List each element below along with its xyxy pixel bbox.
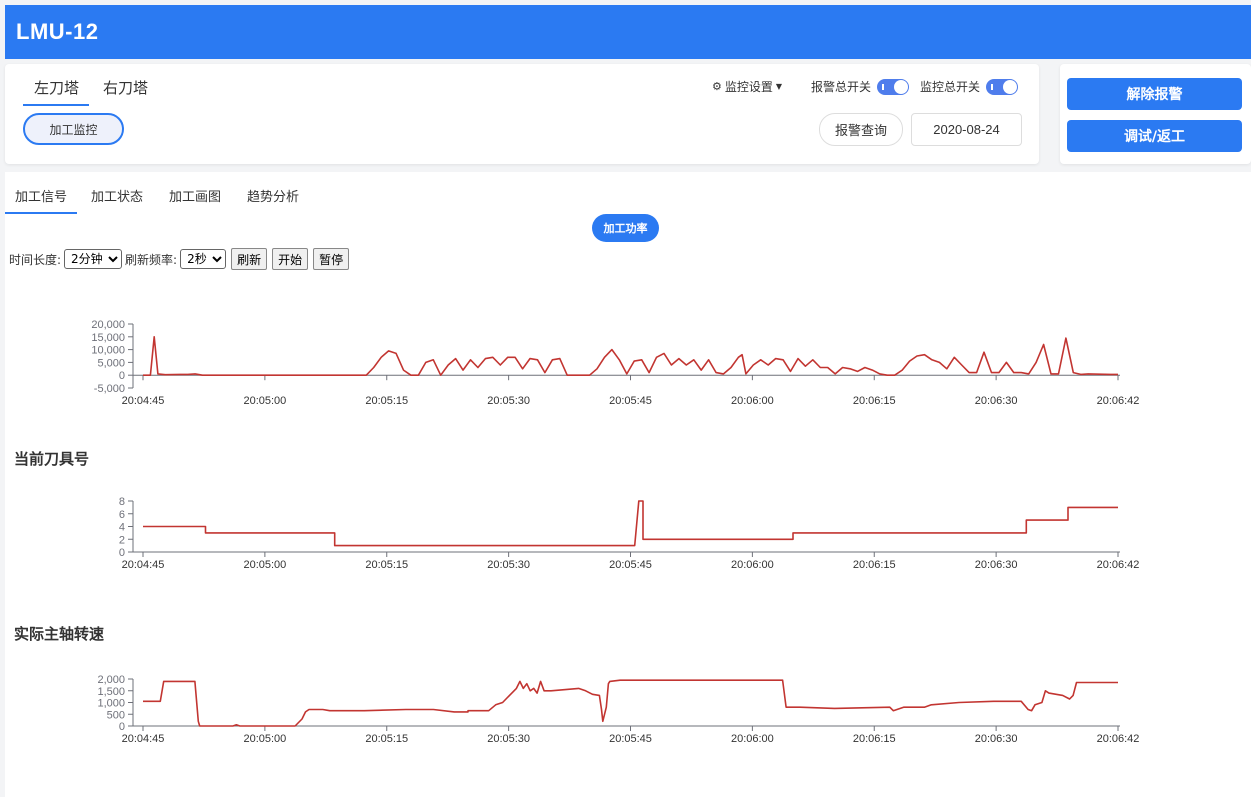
- spindle-speed-title: 实际主轴转速: [14, 625, 105, 643]
- series-line: [143, 679, 1118, 727]
- alarm-switch-label: 报警总开关: [811, 80, 872, 94]
- tab-right-turret[interactable]: 右刀塔: [103, 77, 148, 98]
- y-tick-label: 0: [119, 721, 125, 733]
- y-tick-label: 6: [119, 509, 125, 521]
- date-picker[interactable]: 2020-08-24: [911, 113, 1022, 146]
- series-line: [143, 335, 1118, 377]
- tab-machining-drawing[interactable]: 加工画图: [169, 182, 221, 214]
- duration-label: 时间长度:: [9, 252, 62, 267]
- refresh-button[interactable]: 刷新: [231, 248, 268, 270]
- monitor-settings-label: 监控设置: [724, 80, 773, 94]
- series-line: [143, 500, 1118, 547]
- x-tick-label: 20:06:15: [853, 559, 896, 571]
- x-tick-label: 20:06:42: [1097, 395, 1140, 407]
- tool-number-title: 当前刀具号: [14, 450, 90, 468]
- monitor-switch-group: 监控总开关: [920, 78, 1019, 95]
- y-tick-label: 8: [119, 496, 125, 508]
- chart-controls: 时间长度: 2分钟 刷新频率: 2秒 刷新 开始 暂停: [9, 248, 350, 270]
- y-tick-label: 2,000: [97, 674, 125, 686]
- x-tick-label: 20:05:00: [243, 395, 286, 407]
- x-tick-label: 20:06:15: [853, 733, 896, 745]
- x-tick-label: 20:06:42: [1097, 559, 1140, 571]
- spindle-speed-chart: 05001,0001,5002,000 20:04:45 20:05:00 20:05…: [97, 674, 1140, 745]
- y-tick-label: 15,000: [91, 332, 125, 344]
- x-tick-label: 20:05:45: [609, 559, 652, 571]
- alarm-switch-group: 报警总开关: [811, 78, 910, 95]
- x-tick-label: 20:06:15: [853, 395, 896, 407]
- duration-select[interactable]: 2分钟: [64, 249, 123, 269]
- y-tick-label: 0: [119, 547, 125, 559]
- x-tick-label: 20:05:00: [243, 559, 286, 571]
- tab-left-turret[interactable]: 左刀塔: [23, 77, 90, 106]
- y-tick-label: 2: [119, 534, 125, 546]
- refresh-rate-label: 刷新频率:: [125, 252, 178, 267]
- power-button[interactable]: 加工功率: [592, 214, 659, 242]
- y-tick-label: 5,000: [97, 357, 125, 369]
- y-tick-label: 1,500: [97, 686, 125, 698]
- control-panel: 左刀塔 右刀塔 加工监控 ⚙ 监控设置 ▼ 报警总开关 监控总开关 报警查询 2…: [5, 64, 1039, 164]
- start-button[interactable]: 开始: [272, 248, 309, 270]
- refresh-rate-select[interactable]: 2秒: [180, 249, 227, 269]
- x-tick-label: 20:04:45: [122, 559, 165, 571]
- x-tick-label: 20:05:30: [487, 559, 530, 571]
- y-tick-label: -5,000: [94, 383, 125, 395]
- x-tick-label: 20:05:30: [487, 733, 530, 745]
- monitor-switch-label: 监控总开关: [920, 80, 981, 94]
- alarm-query-button[interactable]: 报警查询: [819, 113, 903, 146]
- sub-tabs: 加工信号 加工状态 加工画图 趋势分析: [5, 182, 325, 214]
- y-tick-label: 1,000: [97, 698, 125, 710]
- x-tick-label: 20:06:42: [1097, 733, 1140, 745]
- main-content: 加工信号 加工状态 加工画图 趋势分析 加工功率 时间长度: 2分钟 刷新频率:…: [5, 172, 1251, 797]
- x-tick-label: 20:06:00: [731, 395, 774, 407]
- monitor-button[interactable]: 加工监控: [23, 113, 124, 145]
- tab-trend-analysis[interactable]: 趋势分析: [247, 182, 299, 214]
- y-tick-label: 500: [107, 709, 125, 721]
- x-tick-label: 20:06:30: [975, 395, 1018, 407]
- app-header-bar: LMU-12: [5, 5, 1251, 59]
- x-tick-label: 20:06:30: [975, 559, 1018, 571]
- gears-icon: ⚙: [712, 80, 722, 93]
- y-tick-label: 0: [119, 370, 125, 382]
- caret-down-icon: ▼: [775, 82, 783, 91]
- x-tick-label: 20:05:45: [609, 395, 652, 407]
- app-title: LMU-12: [16, 19, 99, 44]
- x-tick-label: 20:05:45: [609, 733, 652, 745]
- x-tick-label: 20:06:00: [731, 733, 774, 745]
- clear-alarm-button[interactable]: 解除报警: [1067, 78, 1242, 110]
- tool-number-chart: 02468 20:04:45 20:05:00 20:05:15 20:05:30 20:…: [119, 496, 1140, 571]
- x-tick-label: 20:05:15: [365, 559, 408, 571]
- x-tick-label: 20:06:30: [975, 733, 1018, 745]
- y-tick-label: 4: [119, 522, 125, 534]
- action-panel: 解除报警 调试/返工: [1060, 64, 1251, 164]
- x-tick-label: 20:05:00: [243, 733, 286, 745]
- x-tick-label: 20:05:15: [365, 733, 408, 745]
- x-tick-label: 20:04:45: [122, 395, 165, 407]
- y-tick-label: 20,000: [91, 319, 125, 331]
- monitor-settings-dropdown[interactable]: ⚙ 监控设置 ▼: [712, 78, 782, 95]
- tab-machining-status[interactable]: 加工状态: [91, 182, 143, 214]
- x-tick-label: 20:05:15: [365, 395, 408, 407]
- tab-machining-signal[interactable]: 加工信号: [5, 182, 78, 214]
- monitor-switch-toggle[interactable]: [986, 78, 1019, 95]
- x-tick-label: 20:05:30: [487, 395, 530, 407]
- power-chart: -5,00005,00010,00015,00020,000 20:04:45 20…: [91, 319, 1140, 407]
- debug-rework-button[interactable]: 调试/返工: [1067, 120, 1242, 152]
- alarm-switch-toggle[interactable]: [877, 78, 910, 95]
- x-tick-label: 20:06:00: [731, 559, 774, 571]
- y-tick-label: 10,000: [91, 345, 125, 357]
- pause-button[interactable]: 暂停: [313, 248, 350, 270]
- x-tick-label: 20:04:45: [122, 733, 165, 745]
